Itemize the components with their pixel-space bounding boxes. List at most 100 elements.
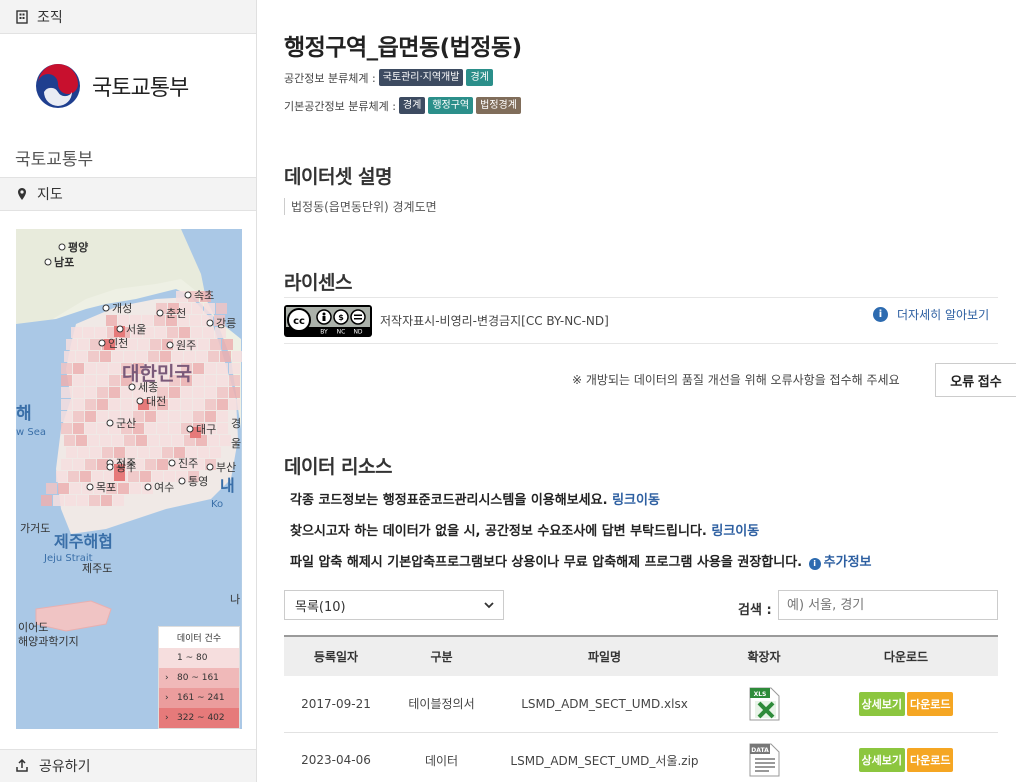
map-grid-cell [138,339,149,350]
city-dot-icon [136,397,144,405]
map-grid-cell [193,375,204,386]
map-grid-cell [196,351,207,362]
category-badge[interactable]: 행정구역 [428,97,474,114]
row-filename: LSMD_ADM_SECT_UMD_서울.zip [495,732,714,782]
map-grid-cell [61,363,72,374]
map-grid-cell [229,387,240,398]
search-input[interactable] [778,590,998,620]
map-grid-cell [109,399,120,410]
map-grid-cell [198,339,209,350]
map-city-label: 평양 [68,240,88,254]
org-logo[interactable]: 국토교통부 [34,62,189,110]
map-grid-cell [77,495,88,506]
map-city-label: 대전 [146,395,166,408]
map-city-label: 원주 [176,339,196,352]
map-city-label: 세종 [138,381,158,394]
category-badge[interactable]: 경계 [398,97,426,114]
sidebar: 조직 국토교통부 국토교통부 지도 평양 남포 개성 서울 인천 춘천 강릉 속… [0,0,257,782]
city-dot-icon [184,291,192,299]
map-grid-cell [138,447,149,458]
map-city-label: 울 [231,437,241,450]
column-header: 구분 [430,650,453,664]
legend-item-label: 80 ~ 161 [177,673,219,683]
map-city-label: 강릉 [216,317,236,330]
map-grid-cell [204,303,215,314]
row-download-actions: 상세보기 다운로드 [814,676,998,733]
map-grid-cell [70,483,81,494]
map-grid-cell [193,399,204,410]
guide-line: 파일 압축 해제시 기본압축프로그램보다 상용이나 무료 압축해제 프로그램 사… [290,551,872,570]
map-grid-cell [46,483,57,494]
chevron-down-icon [484,602,494,609]
map-grid-cell [145,411,156,422]
map-grid-cell [216,303,227,314]
map-grid-cell [61,375,72,386]
cc-nc-label: NC [337,329,346,336]
guide-text: 각종 코드정보는 행정표준코드관리시스템을 이용해보세요. [290,493,608,508]
data-file-icon[interactable]: DATA [747,743,781,777]
map-section-header: 지도 [0,177,256,211]
map-grid-cell [169,387,180,398]
map-grid-cell [229,375,240,386]
svg-text:$: $ [338,313,344,322]
guide-link[interactable]: 링크이동 [612,493,660,508]
map-grid-cell [78,447,89,458]
map-marker-icon [18,188,26,200]
map-grid-cell [109,375,120,386]
map-grid-cell [97,375,108,386]
org-logo-text: 국토교통부 [92,76,189,101]
guide-link[interactable]: 추가정보 [824,555,872,570]
share-button[interactable]: 공유하기 [0,749,256,782]
map-grid-cell [157,411,168,422]
map-grid-cell [64,435,75,446]
map-grid-cell [205,387,216,398]
map-grid-cell [112,351,123,362]
download-button[interactable]: 다운로드 [907,748,954,772]
map-grid-cell [80,471,91,482]
legend-item: 1 ~ 80 [159,648,239,668]
map-grid-cell [85,375,96,386]
dataset-description: 법정동(읍면동단위) 경계도면 [284,198,437,215]
korea-map[interactable]: 평양 남포 개성 서울 인천 춘천 강릉 속초 원주 대한민국 세종 대전 군산 대구 경 울 전주 광주 진주 부산… [16,229,242,729]
report-notice: ※ 개방되는 데이터의 품질 개선을 위해 오류사항을 접수해 주세요 [572,373,900,387]
more-info-link[interactable]: i 더자세히 알아보기 [873,306,989,323]
download-button[interactable]: 다운로드 [907,691,954,716]
guide-link[interactable]: 링크이동 [711,524,759,539]
legend-item-label: 1 ~ 80 [177,653,208,663]
map-grid-cell [162,447,173,458]
legend-item: › 80 ~ 161 [159,668,239,688]
map-grid-cell [190,315,201,326]
org-name: 국토교통부 [15,150,94,170]
category-badge[interactable]: 국토관리·지역개발 [378,69,464,86]
legend-item-label: 161 ~ 241 [177,693,225,703]
detail-button[interactable]: 상세보기 [858,691,905,716]
category-badge[interactable]: 법정경계 [476,97,521,114]
map-grid-cell [220,351,231,362]
city-dot-icon [166,341,174,349]
cc-license-badge[interactable]: cc $ BY NC ND [284,305,372,337]
report-error-button[interactable]: 오류 접수 [935,363,1016,397]
map-grid-cell [97,363,108,374]
cc-by-label: BY [320,329,328,336]
map-grid-cell [145,423,156,434]
list-count-select[interactable]: 목록(10) [284,590,504,620]
map-grid-cell [88,435,99,446]
map-grid-cell [97,423,108,434]
map-grid-cell [136,435,147,446]
detail-button[interactable]: 상세보기 [858,748,905,772]
map-grid-cell [83,327,94,338]
city-dot-icon [206,463,214,471]
city-dot-icon [44,258,52,266]
map-grid-cell [191,327,202,338]
category-badge[interactable]: 경계 [466,69,493,86]
map-grid-cell [229,399,240,410]
map-grid-cell [61,387,72,398]
map-city-label: 대구 [196,423,216,436]
cc-by-nc-nd-icon: cc $ BY NC ND [286,307,370,335]
map-city-label: 인천 [108,336,128,350]
map-grid-cell [210,447,221,458]
map-grid-cell [100,435,111,446]
map-city-label: Ko [211,499,223,510]
xls-label: XLS [754,691,767,698]
xls-file-icon[interactable]: XLS [747,687,781,721]
